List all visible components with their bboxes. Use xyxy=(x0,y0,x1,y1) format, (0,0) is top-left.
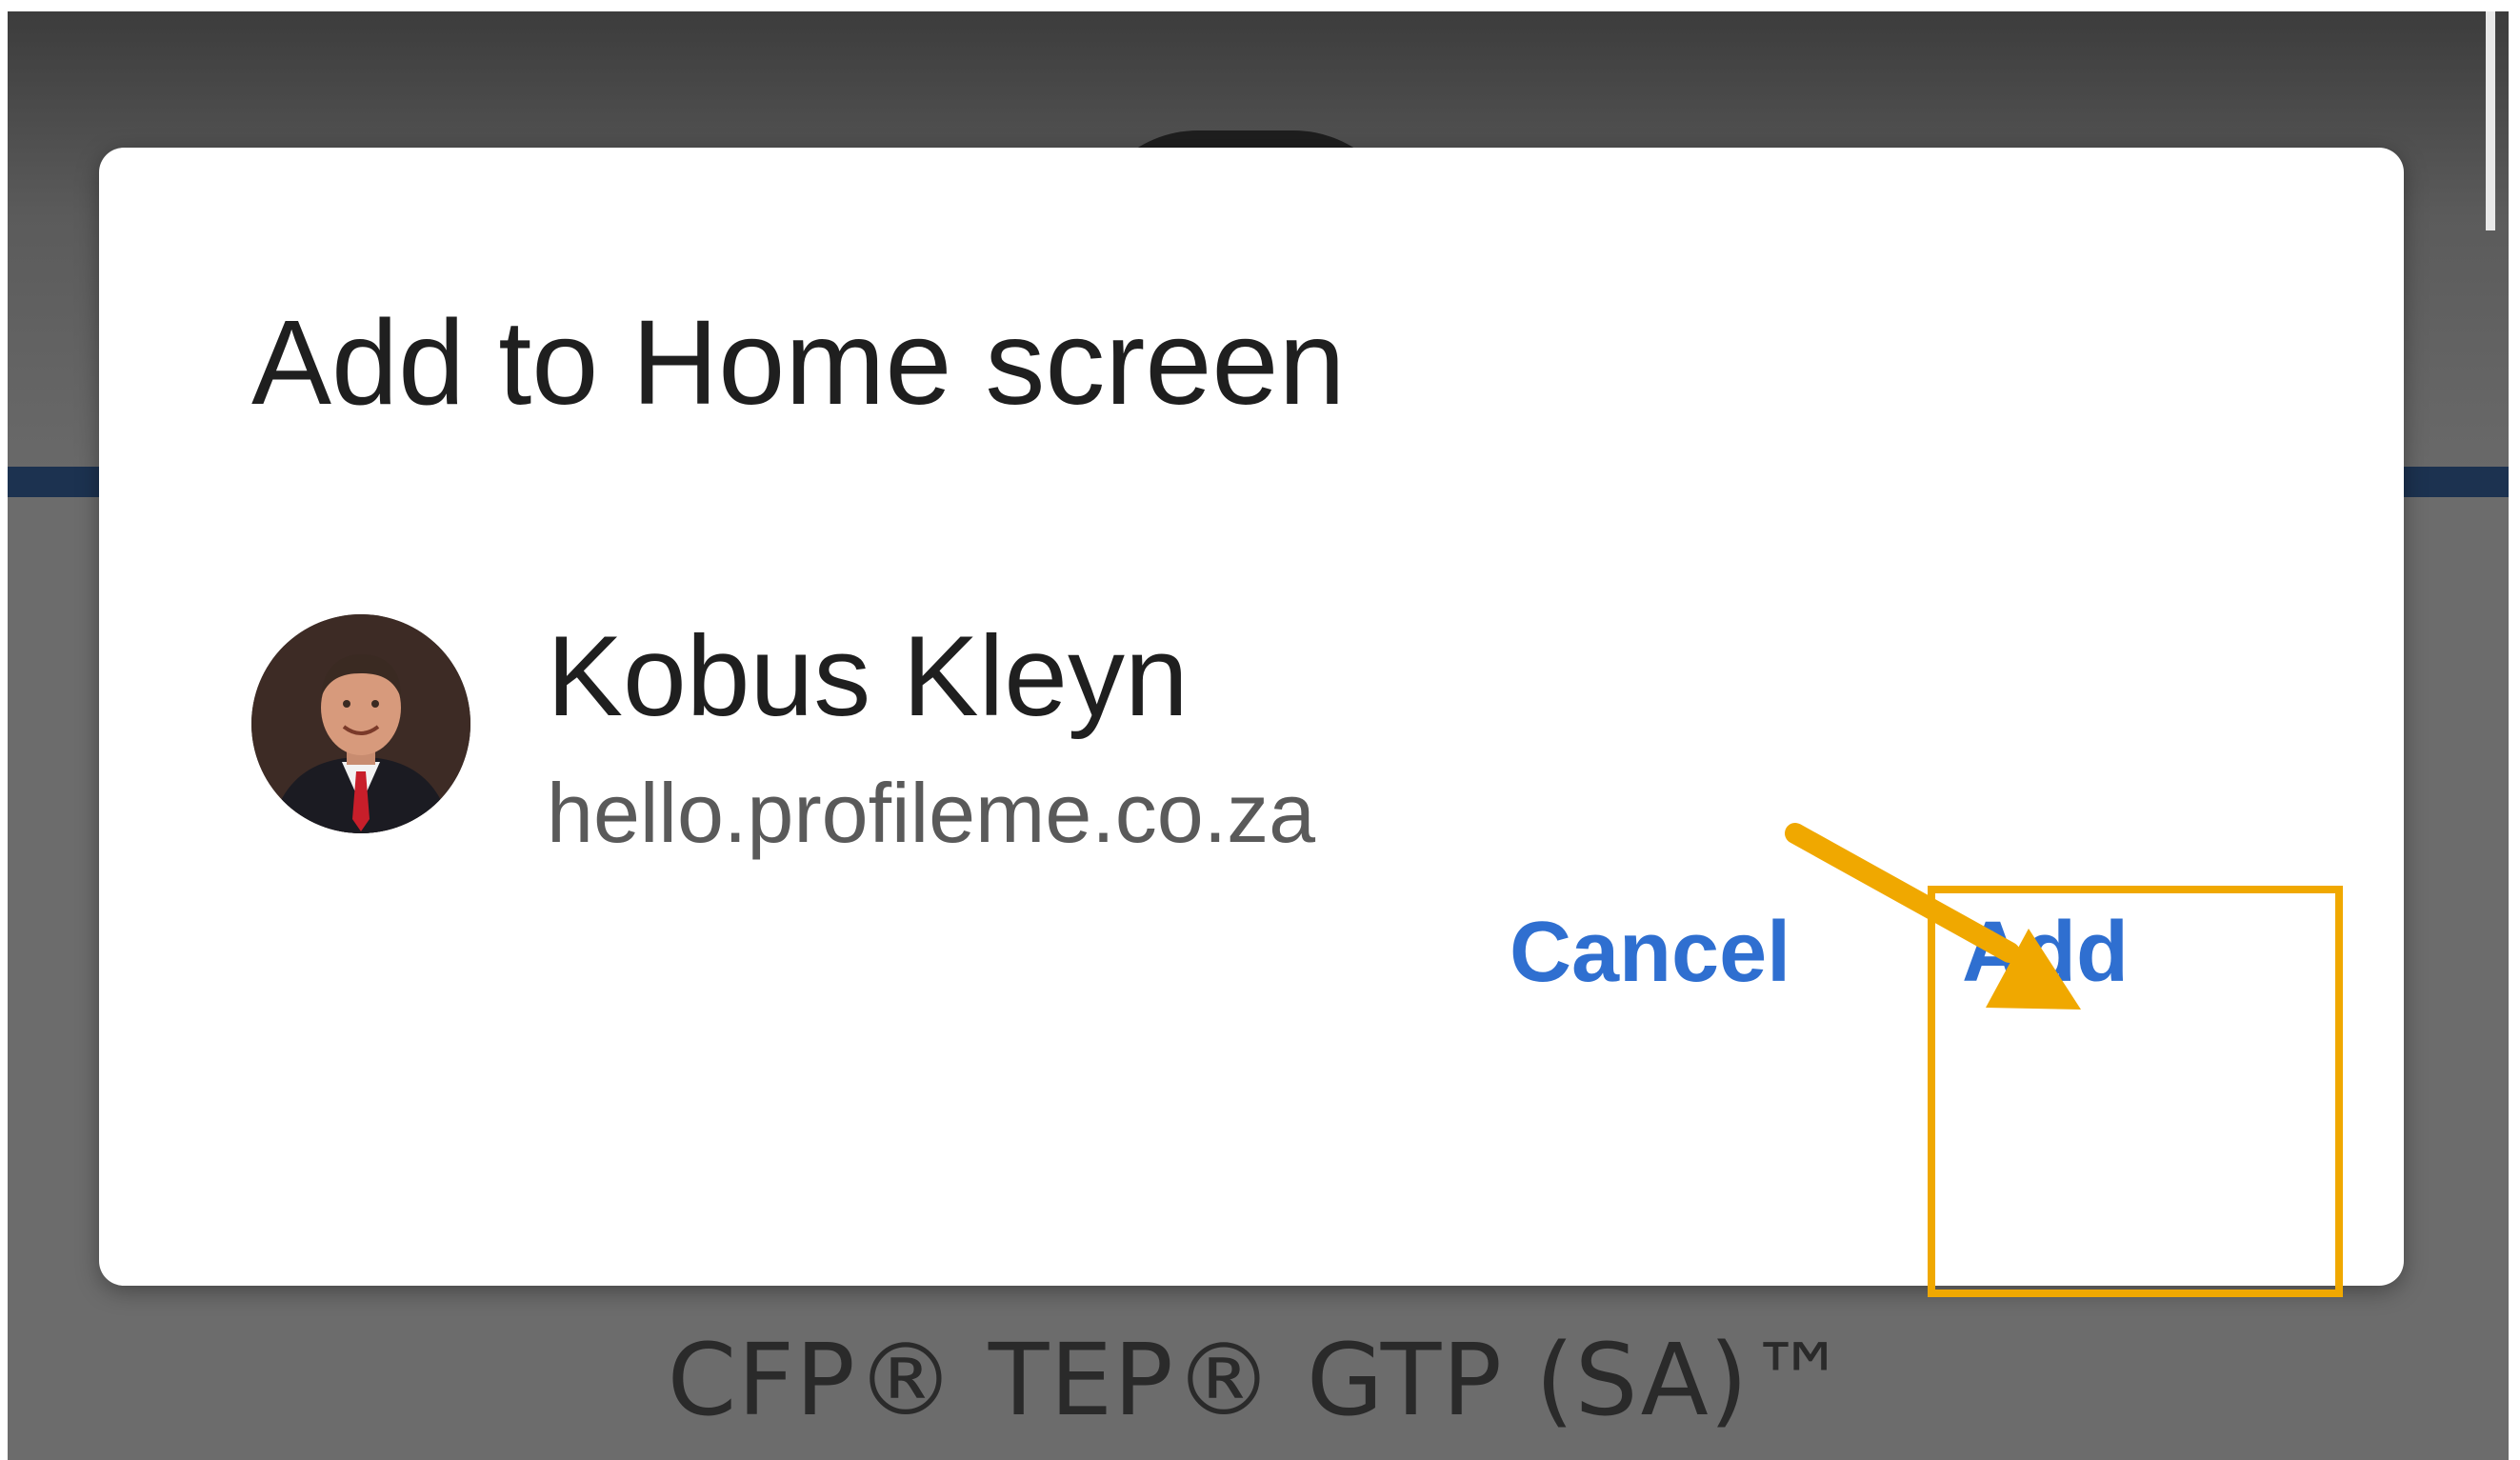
dialog-title: Add to Home screen xyxy=(251,295,1346,430)
add-to-home-dialog: Add to Home screen Kobus Kleyn hello.pro… xyxy=(99,148,2404,1286)
background-caption: CFP® TEP® GTP (SA)™ xyxy=(667,1322,1850,1438)
app-name[interactable]: Kobus Kleyn xyxy=(547,619,1189,733)
app-url: hello.profileme.co.za xyxy=(547,766,1316,860)
profile-photo-icon xyxy=(251,614,470,833)
add-button[interactable]: Add xyxy=(1962,910,2129,995)
background-scrollbar xyxy=(2486,11,2495,230)
cancel-button[interactable]: Cancel xyxy=(1510,910,1790,995)
avatar xyxy=(251,614,470,833)
